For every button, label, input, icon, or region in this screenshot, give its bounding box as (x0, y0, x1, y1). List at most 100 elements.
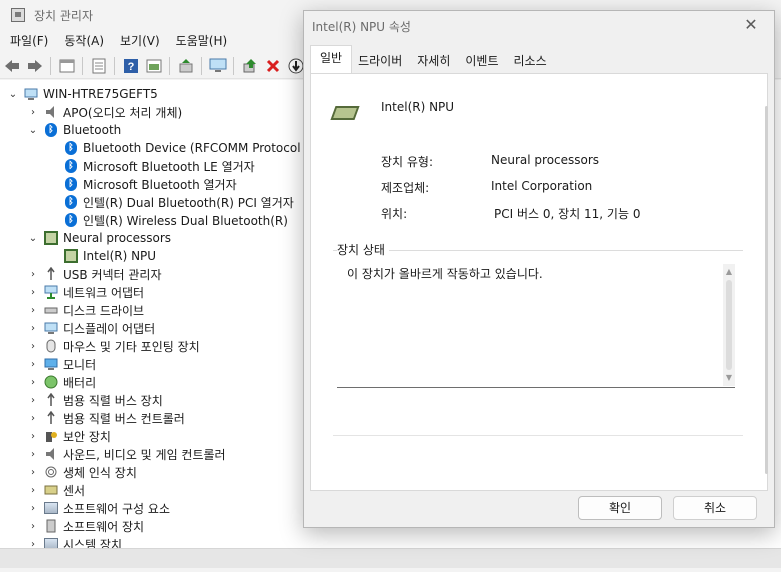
monitor-icon[interactable] (207, 55, 229, 77)
scroll-thumb[interactable] (726, 280, 732, 370)
status-scrollbar[interactable]: ▲ ▼ (723, 264, 735, 386)
tab-general[interactable]: 일반 (310, 45, 353, 73)
chevron-right-icon[interactable]: › (28, 413, 38, 424)
chevron-right-icon[interactable]: › (28, 359, 38, 370)
tree-category[interactable]: › 시스템 장치 (28, 535, 122, 548)
dialog-title: Intel(R) NPU 속성 (312, 20, 411, 34)
chevron-right-icon[interactable]: › (28, 323, 38, 334)
device-manager-icon (11, 8, 25, 22)
chevron-right-icon[interactable]: › (28, 449, 38, 460)
tab-driver[interactable]: 드라이버 (349, 49, 411, 73)
tree-label: Microsoft Bluetooth LE 열거자 (83, 159, 255, 174)
tree-category[interactable]: › USB 커넥터 관리자 (28, 265, 162, 283)
bluetooth-icon: ᛒ (44, 123, 58, 137)
sound-icon (44, 447, 58, 461)
chevron-right-icon[interactable]: › (28, 539, 38, 549)
close-icon[interactable]: ✕ (742, 15, 760, 34)
tree-category[interactable]: › 생체 인식 장치 (28, 463, 137, 481)
tree-category[interactable]: ⌄ ᛒ Bluetooth (28, 121, 121, 139)
properties-dialog: Intel(R) NPU 속성 ✕ 일반 드라이버 자세히 이벤트 리소스 In… (303, 10, 775, 528)
chevron-right-icon[interactable]: › (28, 521, 38, 532)
scroll-up-icon[interactable]: ▲ (723, 266, 735, 278)
tab-events[interactable]: 이벤트 (456, 49, 507, 73)
tree-device-selected[interactable]: Intel(R) NPU (64, 247, 156, 265)
tree-category[interactable]: › 소프트웨어 장치 (28, 517, 144, 535)
manufacturer-label: 제조업체: (381, 181, 430, 195)
tree-label: Intel(R) NPU (83, 249, 157, 263)
software-device-icon (44, 519, 58, 533)
tab-resources[interactable]: 리소스 (505, 49, 556, 73)
back-icon[interactable] (1, 55, 23, 77)
tree-device[interactable]: ᛒ Bluetooth Device (RFCOMM Protocol TDI) (64, 139, 329, 157)
tree-category[interactable]: › 소프트웨어 구성 요소 (28, 499, 170, 517)
tree-category[interactable]: › 네트워크 어댑터 (28, 283, 144, 301)
scroll-down-icon[interactable]: ▼ (723, 372, 735, 384)
tree-category[interactable]: › 디스플레이 어댑터 (28, 319, 155, 337)
tree-category[interactable]: › 사운드, 비디오 및 게임 컨트롤러 (28, 445, 226, 463)
menu-help[interactable]: 도움말(H) (170, 30, 234, 52)
tree-device[interactable]: ᛒ Microsoft Bluetooth LE 열거자 (64, 157, 255, 175)
chevron-down-icon[interactable]: ⌄ (28, 125, 38, 136)
console-icon[interactable] (143, 55, 165, 77)
chevron-right-icon[interactable]: › (28, 503, 38, 514)
toolbar-separator (169, 56, 170, 75)
status-text: 이 장치가 올바르게 작동하고 있습니다. (347, 267, 543, 281)
properties-icon[interactable] (56, 55, 78, 77)
tab-details[interactable]: 자세히 (408, 49, 459, 73)
chevron-right-icon[interactable]: › (28, 341, 38, 352)
menu-file[interactable]: 파일(F) (4, 30, 54, 52)
enable-device-icon[interactable] (239, 55, 261, 77)
tree-label: 디스플레이 어댑터 (63, 321, 156, 336)
chevron-right-icon[interactable]: › (28, 395, 38, 406)
network-icon (44, 285, 58, 299)
tree-device[interactable]: ᛒ 인텔(R) Wireless Dual Bluetooth(R) (64, 211, 288, 229)
panel-divider (333, 435, 743, 436)
toolbar-separator (114, 56, 115, 75)
tree-label: Bluetooth (63, 123, 122, 137)
forward-icon[interactable] (24, 55, 46, 77)
tree-category[interactable]: › 디스크 드라이브 (28, 301, 144, 319)
tree-category[interactable]: › 범용 직렬 버스 장치 (28, 391, 163, 409)
chevron-right-icon[interactable]: › (28, 287, 38, 298)
tree-category[interactable]: › APO(오디오 처리 개체) (28, 103, 182, 121)
tree-category[interactable]: › 센서 (28, 481, 85, 499)
tree-category[interactable]: › 배터리 (28, 373, 96, 391)
horizontal-scrollbar[interactable] (0, 548, 781, 568)
chevron-right-icon[interactable]: › (28, 431, 38, 442)
tree-label: 인텔(R) Dual Bluetooth(R) PCI 열거자 (83, 195, 294, 210)
tab-strip: 일반 드라이버 자세히 이벤트 리소스 (310, 45, 556, 75)
tree-root[interactable]: ⌄ WIN-HTRE75GEFT5 (8, 85, 158, 103)
tree-category[interactable]: › 모니터 (28, 355, 96, 373)
tree-device[interactable]: ᛒ 인텔(R) Dual Bluetooth(R) PCI 열거자 (64, 193, 294, 211)
list-icon[interactable] (88, 55, 110, 77)
main-window-title: 장치 관리자 (34, 8, 94, 23)
tree-category[interactable]: ⌄ Neural processors (28, 229, 171, 247)
bluetooth-icon: ᛒ (64, 195, 78, 209)
chevron-down-icon[interactable]: ⌄ (8, 89, 18, 100)
menu-view[interactable]: 보기(V) (114, 30, 166, 52)
cancel-button[interactable]: 취소 (673, 496, 757, 520)
software-component-icon (44, 501, 58, 515)
tree-category[interactable]: › 범용 직렬 버스 컨트롤러 (28, 409, 185, 427)
update-driver-icon[interactable] (175, 55, 197, 77)
chevron-right-icon[interactable]: › (28, 467, 38, 478)
chevron-right-icon[interactable]: › (28, 305, 38, 316)
chevron-right-icon[interactable]: › (28, 377, 38, 388)
ok-button[interactable]: 확인 (578, 496, 662, 520)
chevron-down-icon[interactable]: ⌄ (28, 233, 38, 244)
chevron-right-icon[interactable]: › (28, 485, 38, 496)
help-icon[interactable]: ? (120, 55, 142, 77)
system-device-icon (44, 537, 58, 548)
device-type-value: Neural processors (491, 153, 600, 167)
tree-category[interactable]: › 보안 장치 (28, 427, 111, 445)
location-value: PCI 버스 0, 장치 11, 기능 0 (494, 207, 641, 221)
tree-category[interactable]: › 마우스 및 기타 포인팅 장치 (28, 337, 200, 355)
uninstall-icon[interactable] (262, 55, 284, 77)
status-textbox[interactable]: 이 장치가 올바르게 작동하고 있습니다. ▲ ▼ (337, 260, 735, 388)
chevron-right-icon[interactable]: › (28, 107, 38, 118)
dialog-scrollbar[interactable] (765, 106, 768, 474)
tree-device[interactable]: ᛒ Microsoft Bluetooth 열거자 (64, 175, 237, 193)
menu-action[interactable]: 동작(A) (58, 30, 110, 52)
chevron-right-icon[interactable]: › (28, 269, 38, 280)
monitor-icon (44, 357, 58, 371)
